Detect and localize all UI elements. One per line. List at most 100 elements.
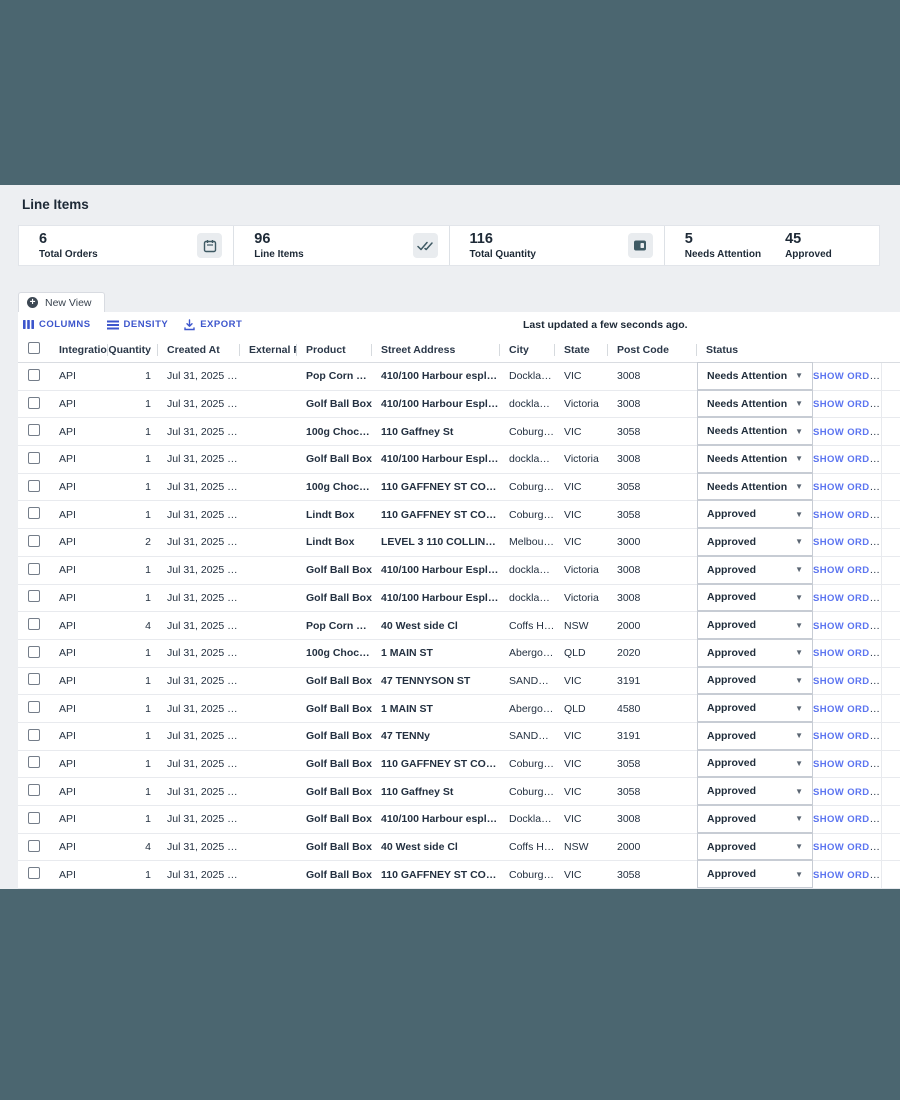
column-header-integration[interactable]: Integration — [50, 344, 108, 356]
cell-city: docklands — [500, 453, 555, 465]
show-order-link[interactable]: SHOW ORDER — [813, 647, 881, 659]
column-header-created-at[interactable]: Created At — [158, 344, 240, 356]
show-order-link[interactable]: SHOW ORDER — [813, 398, 881, 410]
status-dropdown[interactable]: Needs Attention▼ — [697, 445, 813, 473]
status-dropdown[interactable]: Approved▼ — [697, 833, 813, 861]
cell-created-at: Jul 31, 2025 2:32 PM — [158, 398, 240, 410]
export-icon — [184, 319, 195, 331]
cell-quantity: 1 — [108, 592, 158, 604]
status-dropdown[interactable]: Approved▼ — [697, 777, 813, 805]
column-header-quantity[interactable]: Quantity — [108, 344, 158, 356]
row-checkbox-cell — [18, 729, 50, 744]
status-dropdown[interactable]: Needs Attention▼ — [697, 362, 813, 390]
total-orders-value: 6 — [39, 232, 98, 247]
show-order-link[interactable]: SHOW ORDER — [813, 730, 881, 742]
show-order-link[interactable]: SHOW ORDER — [813, 426, 881, 438]
row-checkbox[interactable] — [28, 590, 40, 602]
cell-street-address: 40 West side Cl — [372, 620, 500, 632]
show-order-link[interactable]: SHOW ORDER — [813, 675, 881, 687]
cell-status: Approved▼ — [697, 861, 813, 888]
row-checkbox[interactable] — [28, 535, 40, 547]
status-dropdown[interactable]: Approved▼ — [697, 584, 813, 612]
cell-filler — [881, 806, 900, 833]
cell-integration: API — [50, 869, 108, 881]
status-value: Approved — [707, 785, 756, 797]
status-dropdown[interactable]: Approved▼ — [697, 694, 813, 722]
row-checkbox[interactable] — [28, 701, 40, 713]
row-checkbox[interactable] — [28, 729, 40, 741]
show-order-link[interactable]: SHOW ORDER — [813, 869, 881, 881]
show-order-link[interactable]: SHOW ORDER — [813, 813, 881, 825]
row-checkbox[interactable] — [28, 563, 40, 575]
new-view-button[interactable]: + New View — [18, 292, 105, 312]
row-checkbox[interactable] — [28, 867, 40, 879]
row-checkbox[interactable] — [28, 646, 40, 658]
table-row: API4Jul 31, 2025 2:31 PMGolf Ball Box40 … — [18, 834, 900, 862]
status-dropdown[interactable]: Needs Attention▼ — [697, 473, 813, 501]
status-dropdown[interactable]: Approved▼ — [697, 722, 813, 750]
row-checkbox[interactable] — [28, 424, 40, 436]
column-header-status[interactable]: Status — [697, 344, 813, 356]
show-order-link[interactable]: SHOW ORDER — [813, 592, 881, 604]
cell-state: QLD — [555, 647, 608, 659]
show-order-link[interactable]: SHOW ORDER — [813, 453, 881, 465]
cell-product: Golf Ball Box — [297, 786, 372, 798]
cell-created-at: Jul 31, 2025 2:31 PM — [158, 703, 240, 715]
column-header-city[interactable]: City — [500, 344, 555, 356]
status-dropdown[interactable]: Needs Attention▼ — [697, 417, 813, 445]
show-order-link[interactable]: SHOW ORDER — [813, 703, 881, 715]
table-row: API1Jul 31, 2025 2:32 PM100g Chocolate B… — [18, 474, 900, 502]
status-dropdown[interactable]: Approved▼ — [697, 500, 813, 528]
cell-product: Golf Ball Box — [297, 813, 372, 825]
column-header-product[interactable]: Product — [297, 344, 372, 356]
row-checkbox[interactable] — [28, 812, 40, 824]
status-dropdown[interactable]: Approved▼ — [697, 639, 813, 667]
show-order-link[interactable]: SHOW ORDER — [813, 786, 881, 798]
show-order-link[interactable]: SHOW ORDER — [813, 620, 881, 632]
columns-button[interactable]: COLUMNS — [23, 319, 91, 330]
row-checkbox[interactable] — [28, 507, 40, 519]
cell-filler — [881, 861, 900, 888]
column-header-post-code[interactable]: Post Code — [608, 344, 697, 356]
row-checkbox[interactable] — [28, 784, 40, 796]
show-order-link[interactable]: SHOW ORDER — [813, 564, 881, 576]
row-checkbox[interactable] — [28, 756, 40, 768]
status-dropdown[interactable]: Approved▼ — [697, 556, 813, 584]
row-checkbox[interactable] — [28, 840, 40, 852]
status-dropdown[interactable]: Approved▼ — [697, 528, 813, 556]
status-dropdown[interactable]: Needs Attention▼ — [697, 390, 813, 418]
row-checkbox-cell — [18, 646, 50, 661]
export-button[interactable]: EXPORT — [184, 319, 242, 331]
cell-integration: API — [50, 398, 108, 410]
row-checkbox[interactable] — [28, 673, 40, 685]
row-checkbox[interactable] — [28, 369, 40, 381]
row-checkbox[interactable] — [28, 452, 40, 464]
show-order-link[interactable]: SHOW ORDER — [813, 481, 881, 493]
row-checkbox[interactable] — [28, 618, 40, 630]
select-all-checkbox[interactable] — [28, 342, 40, 354]
show-order-link[interactable]: SHOW ORDER — [813, 536, 881, 548]
status-dropdown[interactable]: Approved▼ — [697, 611, 813, 639]
row-checkbox[interactable] — [28, 397, 40, 409]
column-header-state[interactable]: State — [555, 344, 608, 356]
approved-value: 45 — [785, 232, 832, 247]
show-order-link[interactable]: SHOW ORDER — [813, 758, 881, 770]
status-value: Approved — [707, 757, 756, 769]
show-order-link[interactable]: SHOW ORDER — [813, 509, 881, 521]
cell-filler — [881, 612, 900, 639]
show-order-link[interactable]: SHOW ORDER — [813, 370, 881, 382]
table-row: API1Jul 31, 2025 2:31 PMGolf Ball Box110… — [18, 751, 900, 779]
status-dropdown[interactable]: Approved▼ — [697, 860, 813, 888]
density-button[interactable]: DENSITY — [107, 319, 169, 330]
column-header-external-proxy[interactable]: External Proxy... — [240, 344, 297, 356]
row-checkbox[interactable] — [28, 480, 40, 492]
chevron-down-icon: ▼ — [795, 870, 803, 879]
table-row: API1Jul 31, 2025 2:31 PMGolf Ball Box110… — [18, 778, 900, 806]
table-header-row: IntegrationQuantityCreated AtExternal Pr… — [18, 337, 900, 363]
show-order-link[interactable]: SHOW ORDER — [813, 841, 881, 853]
status-dropdown[interactable]: Approved▼ — [697, 667, 813, 695]
status-dropdown[interactable]: Approved▼ — [697, 750, 813, 778]
status-dropdown[interactable]: Approved▼ — [697, 805, 813, 833]
cell-filler — [881, 640, 900, 667]
column-header-street-address[interactable]: Street Address — [372, 344, 500, 356]
